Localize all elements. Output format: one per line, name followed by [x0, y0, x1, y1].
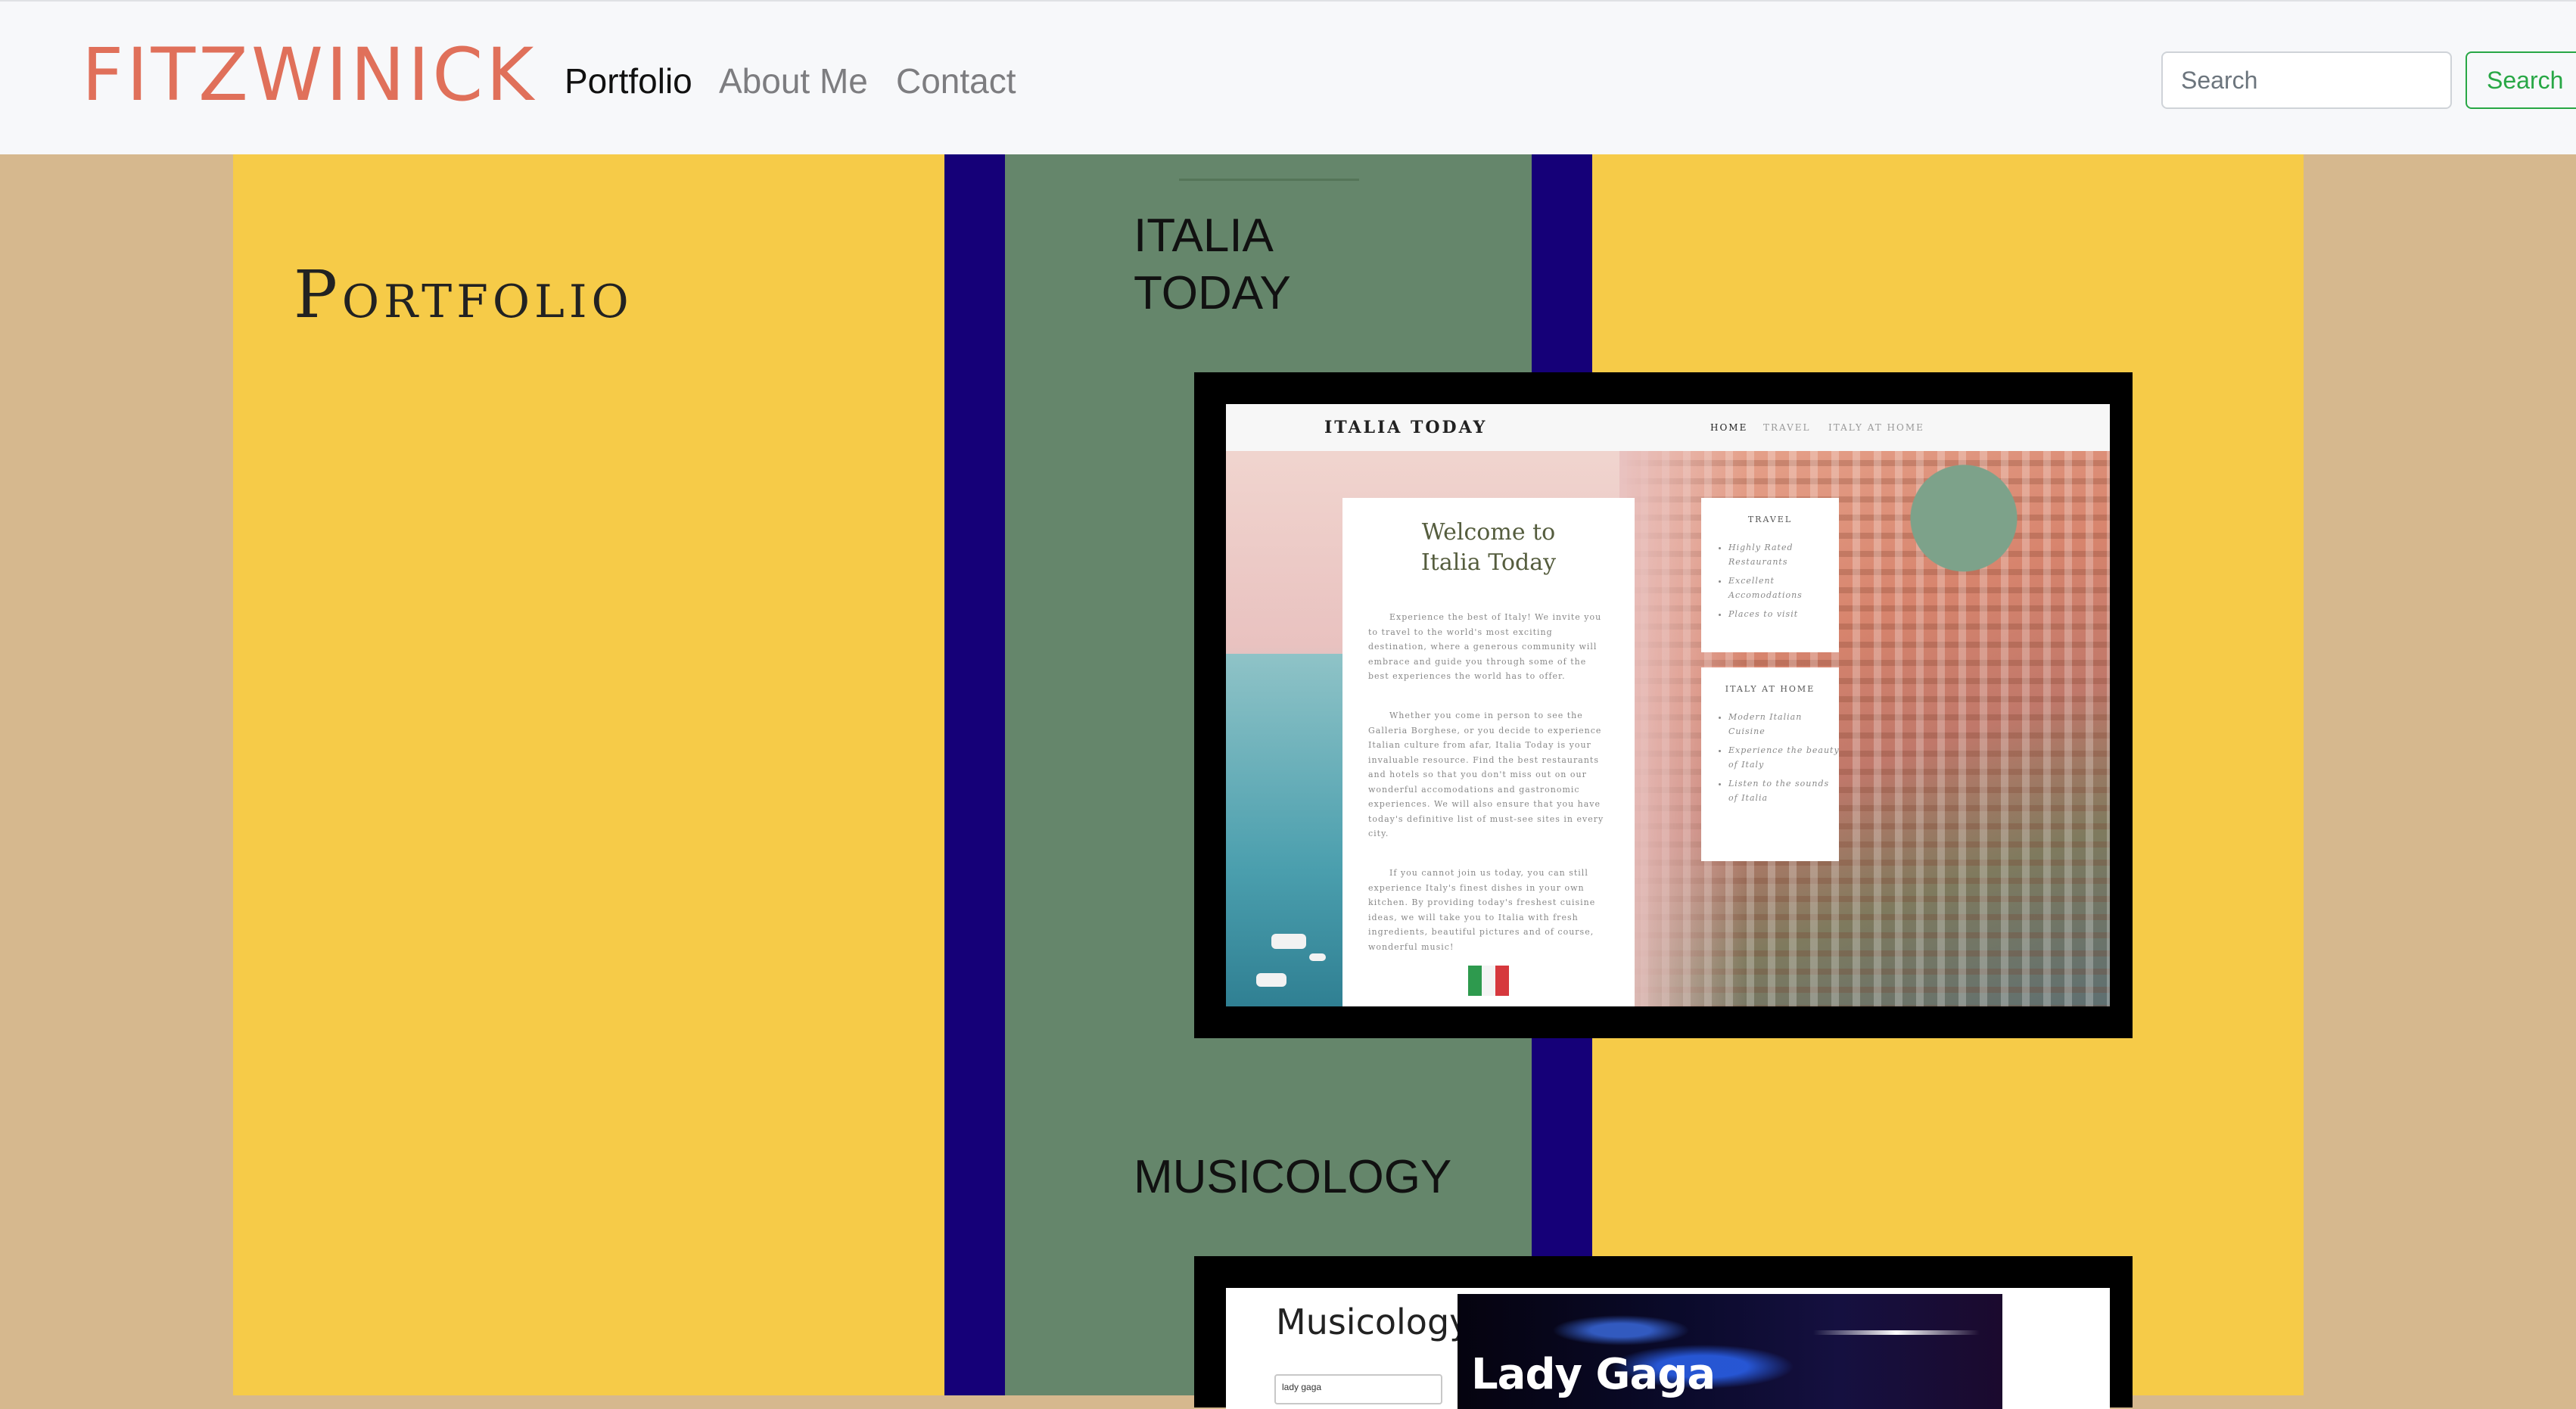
town-image: [1619, 451, 2110, 1006]
list-item: Highly Rated Restaurants: [1728, 540, 1842, 569]
travel-list: Highly Rated Restaurants Excellent Accom…: [1721, 540, 1842, 626]
musicology-logo: Musicology: [1276, 1302, 1470, 1342]
search-input[interactable]: [2161, 51, 2452, 109]
project-title-line2: TODAY: [1134, 267, 1291, 319]
project-title-musicology: MUSICOLOGY: [1134, 1151, 1452, 1203]
list-item: Experience the beauty of Italy: [1728, 743, 1842, 772]
preview-paragraph: If you cannot join us today, you can sti…: [1368, 868, 1596, 952]
nav-link-about-me[interactable]: About Me: [719, 54, 868, 107]
italian-flag-icon: [1468, 966, 1509, 996]
list-item: Places to visit: [1728, 607, 1842, 621]
musicology-search-field: lady gaga: [1274, 1374, 1442, 1404]
preview-paragraph: Whether you come in person to see the Ga…: [1368, 711, 1604, 838]
brand-logo[interactable]: FITZWINICK: [82, 33, 537, 117]
preview-nav-travel: TRAVEL: [1763, 422, 1811, 433]
preview-travel-card: TRAVEL Highly Rated Restaurants Excellen…: [1701, 498, 1839, 652]
list-item: Listen to the sounds of Italia: [1728, 776, 1842, 805]
artist-banner-image: Lady Gaga: [1458, 1294, 2002, 1409]
project-title-line1: ITALIA: [1134, 210, 1274, 262]
search-button[interactable]: Search: [2466, 51, 2576, 109]
italy-at-home-heading: ITALY AT HOME: [1725, 684, 1815, 694]
italy-at-home-list: Modern Italian Cuisine Experience the be…: [1721, 710, 1842, 810]
project-screenshot-italia-today[interactable]: ITALIA TODAY HOME TRAVEL ITALY AT HOME W…: [1194, 372, 2133, 1038]
preview-nav-italy-at-home: ITALY AT HOME: [1828, 422, 1924, 433]
project-title-italia-today: ITALIA TODAY: [1134, 207, 1291, 322]
preview-welcome-card: Welcome to Italia Today Experience the b…: [1342, 498, 1635, 1006]
left-yellow-panel: [233, 154, 944, 1395]
preview-brand: ITALIA TODAY: [1324, 418, 1488, 437]
nav-link-contact[interactable]: Contact: [896, 54, 1016, 107]
artist-banner-title: Lady Gaga: [1471, 1350, 1716, 1399]
boat: [1309, 953, 1326, 961]
page-title: Portfolio: [294, 257, 633, 333]
light-streak: [1813, 1330, 1980, 1335]
boat: [1271, 934, 1306, 949]
preview-navbar: ITALIA TODAY HOME TRAVEL ITALY AT HOME: [1226, 404, 2110, 451]
navbar: FITZWINICK Portfolio About Me Contact Se…: [0, 0, 2576, 154]
preview-nav-home: HOME: [1710, 422, 1748, 433]
welcome-title-line2: Italia Today: [1420, 549, 1557, 576]
preview-italy-at-home-card: ITALY AT HOME Modern Italian Cuisine Exp…: [1701, 667, 1839, 861]
boat: [1256, 973, 1286, 987]
preview-paragraph: Experience the best of Italy! We invite …: [1368, 612, 1602, 681]
list-item: Modern Italian Cuisine: [1728, 710, 1842, 739]
project-screenshot-musicology[interactable]: Musicology lady gaga Lady Gaga: [1194, 1256, 2133, 1409]
list-item: Excellent Accomodations: [1728, 574, 1842, 602]
nav-link-portfolio[interactable]: Portfolio: [565, 54, 692, 107]
preview-welcome-title: Welcome to Italia Today: [1342, 518, 1635, 578]
divider: [1179, 179, 1359, 181]
travel-heading: TRAVEL: [1747, 515, 1793, 524]
welcome-title-line1: Welcome to: [1421, 519, 1556, 546]
musicology-preview: Musicology lady gaga Lady Gaga: [1226, 1288, 2110, 1409]
italia-today-preview: ITALIA TODAY HOME TRAVEL ITALY AT HOME W…: [1226, 404, 2110, 1006]
